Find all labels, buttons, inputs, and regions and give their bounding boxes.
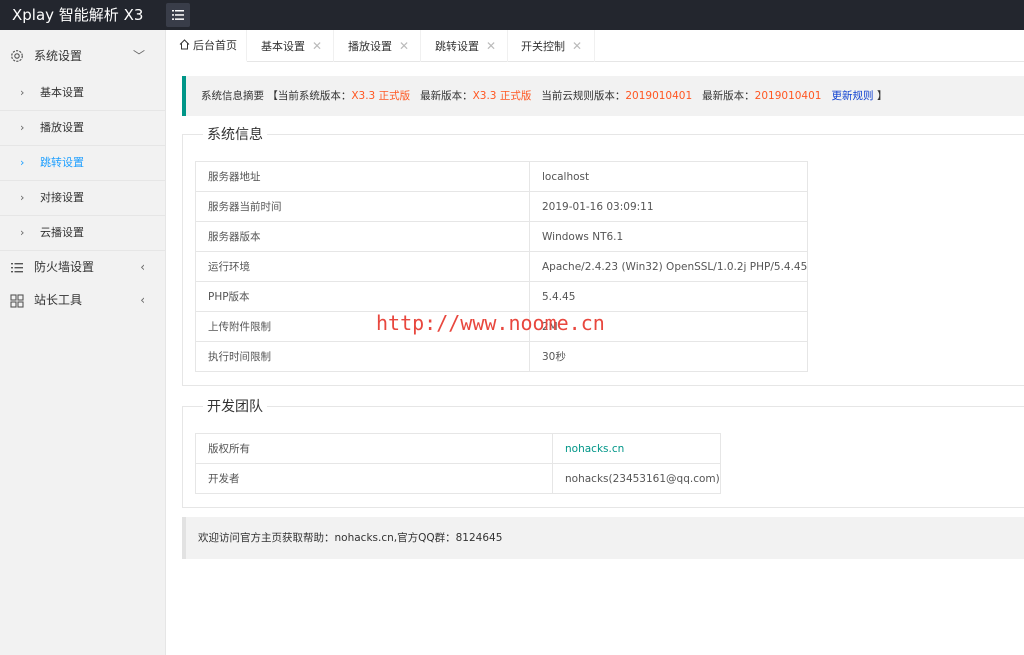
latest-version: X3.3 正式版 [472, 90, 532, 102]
table-row: 服务器地址 localhost [195, 161, 809, 192]
update-rules-link[interactable]: 更新规则 [832, 90, 874, 102]
info-value: 5.4.45 [528, 281, 809, 312]
chevron-left-icon: ‹ [140, 260, 145, 274]
system-summary-notice: 系统信息摘要 【当前系统版本：X3.3 正式版 最新版本：X3.3 正式版 当前… [182, 76, 1024, 116]
sidebar-group-system-settings[interactable]: 系统设置 ﹀ [0, 36, 165, 76]
close-icon[interactable]: ✕ [399, 39, 409, 53]
sidebar-group-label: 系统设置 [34, 49, 83, 63]
main-content: 系统信息摘要 【当前系统版本：X3.3 正式版 最新版本：X3.3 正式版 当前… [166, 62, 1024, 655]
tab-label: 后台首页 [193, 39, 237, 52]
tab-play-settings[interactable]: 播放设置 ✕ [334, 30, 421, 62]
info-key: 版权所有 [195, 433, 553, 464]
sidebar: 系统设置 ﹀ › 基本设置 › 播放设置 › 跳转设置 › 对接设置 › 云播设… [0, 30, 166, 655]
sidebar-item-label: 对接设置 [40, 191, 84, 204]
notice-suffix: 】 [876, 90, 888, 102]
table-row: 运行环境 Apache/2.4.23 (Win32) OpenSSL/1.0.2j… [195, 251, 809, 282]
sidebar-item-redirect-settings[interactable]: › 跳转设置 [0, 146, 165, 181]
info-value: Windows NT6.1 [528, 221, 809, 252]
dev-team-title: 开发团队 [203, 396, 267, 416]
table-row: 服务器版本 Windows NT6.1 [195, 221, 809, 252]
tab-redirect-settings[interactable]: 跳转设置 ✕ [421, 30, 508, 62]
rule-latest-label: 最新版本： [702, 90, 755, 102]
close-icon[interactable]: ✕ [572, 39, 582, 53]
sidebar-item-label: 基本设置 [40, 86, 84, 99]
info-value: 30秒 [528, 341, 809, 372]
info-key: 服务器版本 [195, 221, 530, 252]
tab-bar: 后台首页 基本设置 ✕ 播放设置 ✕ 跳转设置 ✕ 开关控制 ✕ [166, 30, 1024, 62]
app-title: Xplay 智能解析 X3 [12, 6, 144, 24]
table-row: 版权所有 nohacks.cn [195, 433, 721, 464]
info-key: 运行环境 [195, 251, 530, 282]
sidebar-group-webmaster-tools[interactable]: 站长工具 ‹ [0, 284, 165, 317]
close-icon[interactable]: ✕ [486, 39, 496, 53]
list-icon [11, 263, 23, 273]
rule-version: 2019010401 [625, 90, 693, 102]
info-value: nohacks(23453161@qq.com) [552, 463, 721, 494]
chevron-right-icon: › [20, 86, 25, 99]
tab-label: 基本设置 [261, 40, 305, 53]
table-row: 服务器当前时间 2019-01-16 03:09:11 [195, 191, 809, 222]
sidebar-item-cloud-settings[interactable]: › 云播设置 [0, 216, 165, 251]
grid-icon [10, 294, 24, 308]
sidebar-group-label: 防火墙设置 [34, 260, 95, 274]
sidebar-item-label: 跳转设置 [40, 156, 84, 169]
rule-latest-version: 2019010401 [754, 90, 822, 102]
chevron-right-icon: › [20, 226, 25, 239]
info-key: PHP版本 [195, 281, 530, 312]
sidebar-item-play-settings[interactable]: › 播放设置 [0, 111, 165, 146]
info-value: 2019-01-16 03:09:11 [528, 191, 809, 222]
chevron-right-icon: › [20, 121, 25, 134]
hamburger-icon [172, 10, 184, 20]
info-key: 服务器当前时间 [195, 191, 530, 222]
sidebar-item-api-settings[interactable]: › 对接设置 [0, 181, 165, 216]
dev-team-fieldset: 开发团队 版权所有 nohacks.cn 开发者 nohacks(23453161@… [182, 396, 1024, 508]
home-icon [179, 39, 190, 50]
tab-switch-control[interactable]: 开关控制 ✕ [508, 30, 595, 62]
close-icon[interactable]: ✕ [312, 39, 322, 53]
info-value: localhost [528, 161, 809, 192]
menu-toggle-button[interactable] [166, 3, 190, 27]
sidebar-item-label: 播放设置 [40, 121, 84, 134]
tab-home[interactable]: 后台首页 [166, 30, 247, 62]
tab-label: 开关控制 [521, 40, 565, 53]
dev-team-table: 版权所有 nohacks.cn 开发者 nohacks(23453161@qq.co… [195, 433, 721, 494]
top-bar: Xplay 智能解析 X3 [0, 0, 1024, 30]
homepage-link[interactable]: nohacks.cn [565, 443, 624, 455]
table-row: 执行时间限制 30秒 [195, 341, 809, 372]
help-note: 欢迎访问官方主页获取帮助：nohacks.cn,官方QQ群：8124645 [182, 517, 1024, 559]
tab-basic-settings[interactable]: 基本设置 ✕ [247, 30, 334, 62]
info-key: 执行时间限制 [195, 341, 530, 372]
sidebar-group-label: 站长工具 [34, 293, 83, 307]
table-row: PHP版本 5.4.45 [195, 281, 809, 312]
table-row: 开发者 nohacks(23453161@qq.com) [195, 463, 721, 494]
chevron-right-icon: › [20, 156, 25, 169]
sidebar-item-basic-settings[interactable]: › 基本设置 [0, 76, 165, 111]
current-version: X3.3 正式版 [351, 90, 411, 102]
chevron-down-icon: ﹀ [132, 49, 145, 63]
chevron-right-icon: › [20, 191, 25, 204]
sidebar-group-firewall[interactable]: 防火墙设置 ‹ [0, 251, 165, 284]
info-value: Apache/2.4.23 (Win32) OpenSSL/1.0.2j PHP… [528, 251, 809, 282]
latest-version-label: 最新版本： [420, 90, 473, 102]
system-info-title: 系统信息 [203, 124, 267, 144]
info-key: 开发者 [195, 463, 553, 494]
info-value: nohacks.cn [552, 433, 721, 464]
system-info-table: 服务器地址 localhost 服务器当前时间 2019-01-16 03:09:1… [195, 161, 809, 372]
gear-icon [11, 50, 23, 62]
tab-label: 跳转设置 [435, 40, 479, 53]
tab-label: 播放设置 [348, 40, 392, 53]
info-key: 服务器地址 [195, 161, 530, 192]
system-info-fieldset: 系统信息 服务器地址 localhost 服务器当前时间 2019-01-16 03… [182, 124, 1024, 386]
chevron-left-icon: ‹ [140, 293, 145, 307]
sidebar-item-label: 云播设置 [40, 226, 84, 239]
rule-version-label: 当前云规则版本： [541, 90, 626, 102]
watermark-text: http://www.noome.cn [376, 311, 605, 335]
notice-prefix: 系统信息摘要 【当前系统版本： [201, 90, 352, 102]
